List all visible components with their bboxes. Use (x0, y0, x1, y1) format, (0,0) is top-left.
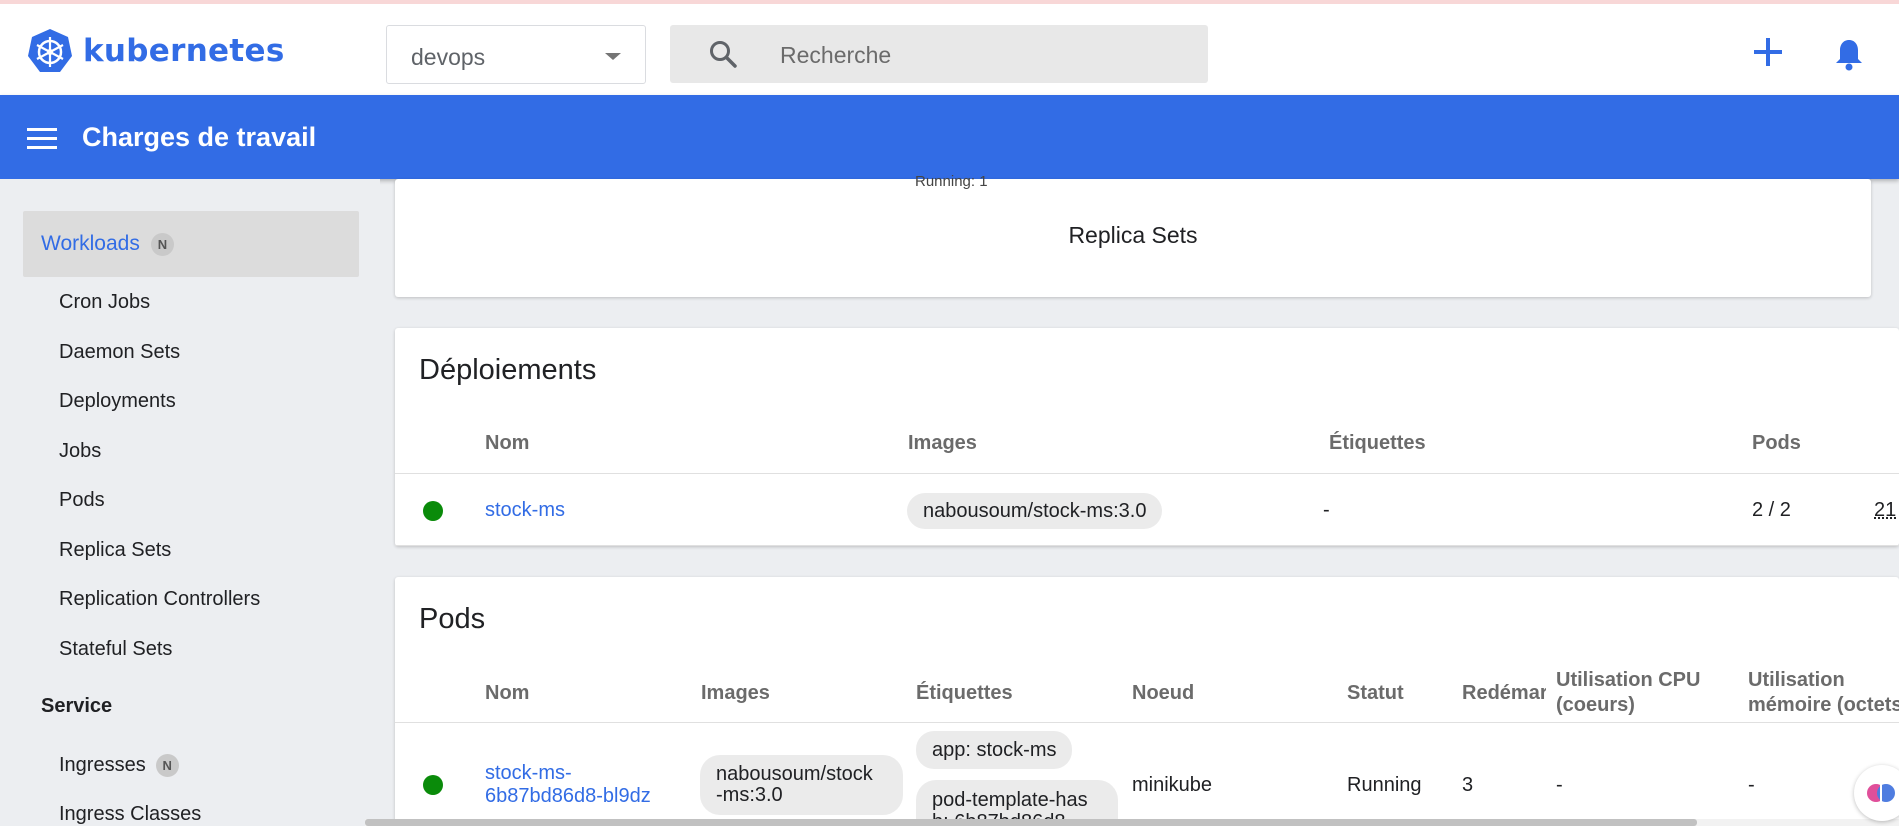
sidebar: Workloads N Cron Jobs Daemon Sets Deploy… (0, 179, 380, 826)
created-time[interactable]: 21 (1874, 499, 1896, 522)
replica-sets-status-card: Running: 1 Replica Sets (395, 173, 1871, 297)
pod-name-link[interactable]: stock-ms- 6b87bd86d8-bl9dz (485, 762, 651, 808)
logo-text: kubernetes (83, 33, 285, 69)
replica-sets-chart-label: Replica Sets (1068, 222, 1198, 248)
column-header-name[interactable]: Nom (485, 432, 529, 455)
column-header-labels: Étiquettes (916, 682, 1013, 704)
sidebar-item-deployments[interactable]: Deployments (59, 390, 176, 413)
deployment-name-link[interactable]: stock-ms (485, 499, 565, 522)
scrollbar-thumb[interactable] (365, 819, 1697, 826)
column-header-node[interactable]: Noeud (1132, 682, 1194, 705)
deployments-card: Déploiements Nom Images Étiquettes Pods … (395, 328, 1899, 546)
dropdown-arrow-icon (605, 53, 621, 60)
column-header-cpu[interactable]: Utilisation CPU (coeurs) (1556, 668, 1716, 718)
pod-name-line: 6b87bd86d8-bl9dz (485, 785, 651, 807)
column-header-labels: Étiquettes (1329, 432, 1426, 454)
column-header-images: Images (701, 682, 770, 704)
sidebar-item-replication-controllers[interactable]: Replication Controllers (59, 588, 260, 611)
column-header-memory[interactable]: Utilisation mémoire (octets) (1748, 668, 1899, 718)
table-divider (395, 722, 1899, 723)
new-badge: N (151, 233, 174, 256)
node-value: minikube (1132, 774, 1213, 796)
sidebar-item-ingresses[interactable]: Ingresses N (59, 754, 179, 777)
kubernetes-logo[interactable]: kubernetes (26, 27, 285, 75)
sidebar-item-cron-jobs[interactable]: Cron Jobs (59, 291, 150, 314)
sidebar-section-service[interactable]: Service (41, 695, 112, 718)
sidebar-item-workloads[interactable]: Workloads N (23, 211, 359, 277)
image-line: -ms:3.0 (716, 784, 783, 806)
create-resource-plus-icon[interactable] (1754, 38, 1782, 66)
page-title: Charges de travail (82, 122, 317, 152)
search-input[interactable]: Recherche (670, 25, 1208, 83)
label-line: pod-template-has (932, 789, 1088, 811)
top-bar: kubernetes devops Recherche (0, 0, 1899, 95)
horizontal-scrollbar[interactable] (365, 819, 1899, 826)
table-divider (395, 545, 1899, 546)
status-value: Running (1347, 774, 1422, 796)
menu-icon[interactable] (27, 128, 57, 150)
memory-value: - (1748, 774, 1755, 796)
namespace-value: devops (411, 44, 486, 70)
table-divider (395, 473, 1899, 474)
new-badge: N (155, 754, 179, 777)
pods-title: Pods (419, 603, 486, 635)
status-running-icon (423, 775, 443, 795)
sidebar-item-stateful-sets[interactable]: Stateful Sets (59, 638, 172, 661)
column-header-name[interactable]: Nom (485, 682, 529, 705)
restarts-value: 3 (1462, 774, 1474, 796)
brain-icon (1867, 784, 1895, 802)
search-placeholder: Recherche (780, 42, 892, 68)
notifications-bell-icon[interactable] (1834, 37, 1864, 71)
pods-count: 2 / 2 (1752, 499, 1791, 521)
running-count-text: Running: 1 (915, 173, 988, 190)
assistant-button[interactable] (1854, 765, 1899, 821)
column-header-restarts[interactable]: Redémarr (1462, 682, 1546, 705)
sidebar-item-jobs[interactable]: Jobs (59, 440, 101, 463)
sidebar-item-daemon-sets[interactable]: Daemon Sets (59, 341, 180, 364)
column-header-images: Images (908, 432, 977, 454)
sidebar-item-pods[interactable]: Pods (59, 489, 105, 512)
image-chip: nabousoum/stock-ms:3.0 (907, 493, 1163, 529)
pods-card: Pods Nom Images Étiquettes Noeud Statut … (395, 577, 1899, 826)
sidebar-item-replica-sets[interactable]: Replica Sets (59, 539, 171, 562)
deployments-title: Déploiements (419, 354, 597, 386)
kubernetes-helm-icon (28, 29, 72, 72)
sidebar-item-ingress-classes[interactable]: Ingress Classes (59, 803, 201, 826)
image-line: nabousoum/stock (716, 763, 873, 785)
cpu-value: - (1556, 774, 1563, 796)
sidebar-item-label: Ingresses (59, 754, 146, 776)
image-chip: nabousoum/stock -ms:3.0 (700, 755, 903, 815)
namespace-select[interactable]: devops (386, 25, 646, 84)
column-header-pods: Pods (1752, 432, 1801, 454)
page-header: Charges de travail (0, 95, 1899, 179)
column-header-status[interactable]: Statut (1347, 682, 1404, 705)
labels-value: - (1323, 499, 1330, 521)
search-icon (710, 41, 737, 68)
status-running-icon (423, 501, 443, 521)
pod-name-line: stock-ms- (485, 762, 572, 784)
label-chip: app: stock-ms (916, 731, 1073, 769)
sidebar-item-label: Workloads (41, 232, 140, 255)
